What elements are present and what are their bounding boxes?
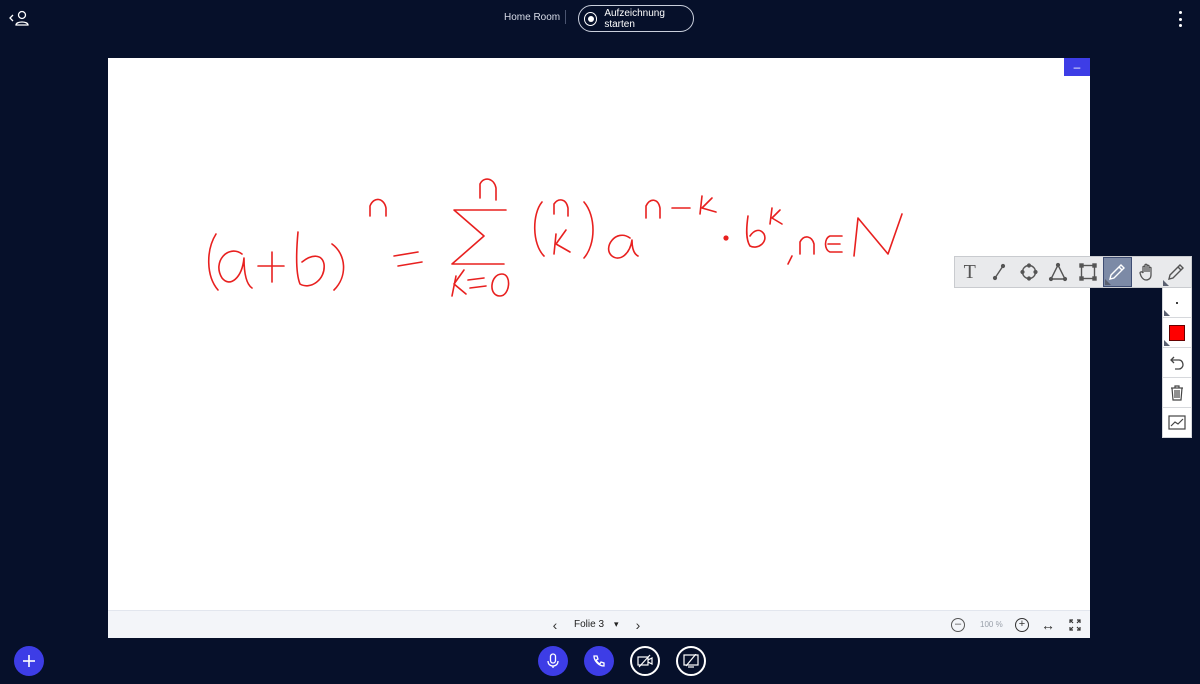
record-icon bbox=[584, 11, 598, 26]
trash-icon bbox=[1171, 384, 1183, 401]
whiteboard-toolbar: T bbox=[954, 256, 1192, 288]
slide-select[interactable]: Folie 3 ▾ bbox=[574, 619, 619, 630]
ellipse-icon bbox=[1020, 263, 1038, 281]
text-icon: T bbox=[963, 260, 976, 283]
next-slide-icon[interactable]: › bbox=[631, 617, 645, 633]
screen-share-button[interactable] bbox=[676, 646, 706, 676]
thickness-dot-icon bbox=[1176, 301, 1178, 304]
record-label: Aufzeichnung starten bbox=[604, 7, 665, 30]
phone-icon bbox=[593, 655, 605, 667]
line-icon bbox=[993, 263, 1006, 281]
room-name: Home Room bbox=[504, 12, 561, 23]
line-tool[interactable] bbox=[985, 257, 1015, 287]
microphone-icon bbox=[547, 653, 559, 668]
divider bbox=[565, 10, 566, 24]
top-bar: Home Room Aufzeichnung starten bbox=[0, 0, 1200, 40]
previous-slide-icon[interactable]: ‹ bbox=[548, 617, 562, 633]
submenu-indicator bbox=[1164, 340, 1170, 346]
clear-button[interactable] bbox=[1162, 378, 1192, 408]
thickness-button[interactable] bbox=[1162, 288, 1192, 318]
hand-icon bbox=[1139, 263, 1152, 281]
slide-label: Folie 3 bbox=[574, 619, 605, 630]
triangle-icon bbox=[1049, 262, 1068, 282]
fit-to-width-icon[interactable]: ↔ bbox=[1041, 617, 1055, 633]
color-button[interactable] bbox=[1162, 318, 1192, 348]
ellipse-tool[interactable] bbox=[1014, 257, 1044, 287]
camera-button[interactable] bbox=[630, 646, 660, 676]
record-button[interactable]: Aufzeichnung starten bbox=[578, 5, 694, 32]
zoom-in-icon[interactable]: + bbox=[1015, 618, 1029, 632]
triangle-tool[interactable] bbox=[1044, 257, 1074, 287]
zoom-out-icon[interactable]: – bbox=[951, 618, 965, 632]
pencil-tool[interactable] bbox=[1102, 257, 1133, 287]
undo-icon bbox=[1170, 356, 1184, 370]
media-controls bbox=[538, 646, 706, 676]
text-tool[interactable]: T bbox=[955, 257, 985, 287]
add-actions-button[interactable] bbox=[14, 646, 44, 676]
more-options-icon[interactable] bbox=[1176, 11, 1184, 27]
screen-share-off-icon bbox=[683, 654, 699, 668]
color-swatch bbox=[1169, 324, 1185, 341]
rectangle-icon bbox=[1079, 263, 1097, 281]
minimize-presentation-button[interactable]: – bbox=[1064, 58, 1090, 76]
undo-button[interactable] bbox=[1162, 348, 1192, 378]
presentation-area: – ‹ Folie 3 ▾ › – 100 % + ↔ bbox=[108, 58, 1090, 638]
whiteboard-icon bbox=[1168, 414, 1186, 430]
presentation-footer: ‹ Folie 3 ▾ › – 100 % + ↔ bbox=[108, 610, 1090, 638]
submenu-indicator bbox=[1104, 279, 1111, 285]
plus-icon bbox=[23, 655, 35, 667]
zoom-level: 100 % bbox=[980, 620, 1003, 629]
submenu-indicator bbox=[1164, 310, 1170, 316]
whiteboard-side-menu bbox=[1162, 288, 1192, 438]
pan-tool[interactable] bbox=[1132, 257, 1162, 287]
rectangle-tool[interactable] bbox=[1073, 257, 1103, 287]
handwritten-formula bbox=[207, 178, 903, 297]
audio-call-button[interactable] bbox=[584, 646, 614, 676]
camera-off-icon bbox=[637, 654, 653, 668]
fullscreen-icon[interactable] bbox=[1069, 618, 1081, 631]
user-list-toggle-icon[interactable] bbox=[8, 8, 30, 28]
multi-user-button[interactable] bbox=[1162, 408, 1192, 438]
pen-tool[interactable] bbox=[1162, 257, 1192, 287]
microphone-button[interactable] bbox=[538, 646, 568, 676]
submenu-indicator bbox=[1162, 280, 1169, 286]
chevron-down-icon: ▾ bbox=[614, 619, 619, 629]
pen-icon bbox=[1168, 264, 1185, 280]
whiteboard-canvas[interactable] bbox=[108, 58, 1090, 610]
